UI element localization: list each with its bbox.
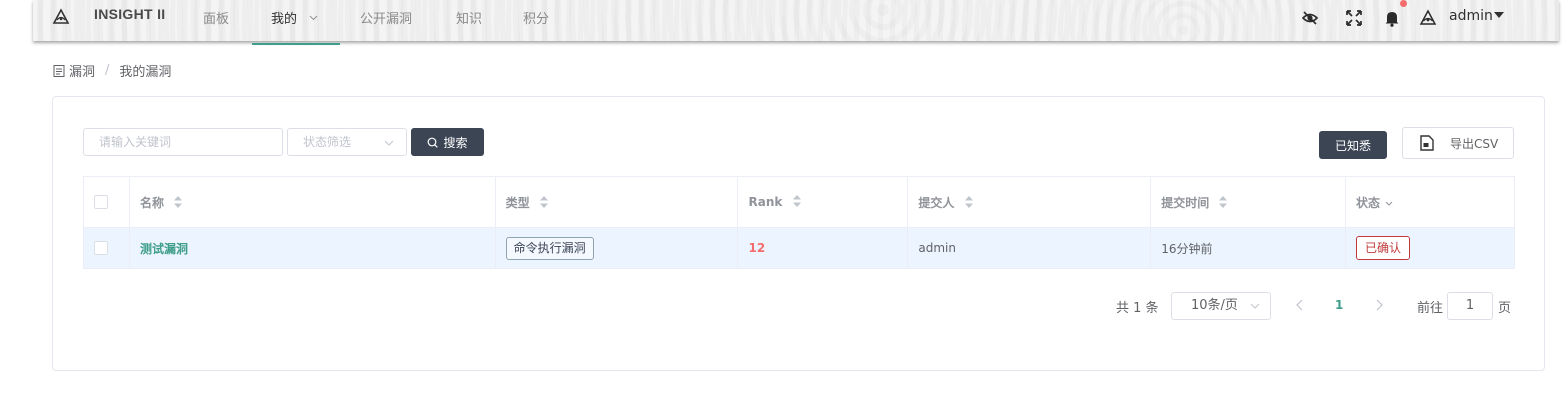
eye-off-icon[interactable]	[1300, 8, 1320, 28]
chevron-down-icon	[309, 15, 318, 21]
notification-badge	[1400, 0, 1407, 7]
column-header-time-label: 提交时间	[1161, 195, 1210, 210]
logo-icon[interactable]	[52, 8, 70, 26]
breadcrumb-root[interactable]: 漏洞	[69, 61, 95, 80]
search-button-label: 搜索	[443, 135, 468, 150]
breadcrumb-current: 我的漏洞	[119, 65, 172, 80]
sort-icon[interactable]	[539, 195, 548, 208]
nav-item-points[interactable]: 积分	[523, 8, 549, 27]
brand-name[interactable]: INSIGHT II	[94, 6, 165, 22]
user-avatar-icon[interactable]	[1418, 8, 1438, 28]
fullscreen-icon[interactable]	[1344, 8, 1364, 28]
row-select-cell	[83, 227, 130, 269]
column-header-name[interactable]: 名称	[128, 176, 496, 228]
caret-down-icon[interactable]	[1494, 12, 1504, 19]
page-size-select[interactable]: 10条/页	[1171, 292, 1271, 320]
status-badge: 已确认	[1356, 236, 1411, 260]
user-name[interactable]: admin	[1449, 8, 1493, 24]
acknowledge-button[interactable]: 已知悉	[1319, 131, 1387, 159]
column-header-submitter[interactable]: 提交人	[907, 176, 1151, 228]
column-header-status-label: 状态	[1356, 195, 1381, 210]
export-csv-button[interactable]: 导出CSV	[1402, 127, 1514, 159]
current-page-number[interactable]: 1	[1335, 298, 1343, 312]
pagination-total: 共 1 条	[1116, 301, 1159, 316]
goto-label: 前往	[1417, 301, 1444, 316]
chevron-down-icon	[1250, 303, 1260, 309]
vuln-name-link[interactable]: 测试漏洞	[140, 242, 188, 256]
column-header-type-label: 类型	[505, 195, 530, 210]
file-export-icon	[1420, 135, 1434, 151]
active-nav-indicator	[252, 43, 340, 45]
bell-icon[interactable]	[1382, 8, 1402, 28]
prev-page-icon[interactable]	[1296, 299, 1304, 311]
page-size-value: 10条/页	[1191, 298, 1238, 313]
nav-item-dashboard[interactable]: 面板	[203, 8, 229, 27]
vuln-type-tag: 命令执行漏洞	[505, 236, 594, 260]
keyword-search-input[interactable]: 请输入关键词	[83, 128, 283, 156]
rank-value: 12	[748, 241, 766, 255]
nav-item-mine[interactable]: 我的	[271, 8, 318, 27]
next-page-icon[interactable]	[1375, 299, 1383, 311]
vuln-name-cell: 测试漏洞	[128, 227, 496, 269]
search-icon	[428, 137, 439, 148]
breadcrumb-separator: /	[105, 63, 110, 78]
goto-page-input[interactable]: 1	[1447, 292, 1493, 320]
top-navbar: INSIGHT II 面板 我的 公开漏洞 知识 积分 admin	[33, 0, 1559, 45]
column-header-rank[interactable]: Rank	[737, 176, 908, 228]
sort-icon[interactable]	[1219, 195, 1228, 208]
chevron-down-icon	[384, 140, 394, 146]
search-button[interactable]: 搜索	[411, 128, 484, 156]
rank-cell: 12	[737, 227, 908, 269]
sort-icon[interactable]	[964, 195, 973, 208]
page-suffix-label: 页	[1498, 301, 1512, 316]
vuln-type-cell: 命令执行漏洞	[494, 227, 738, 269]
column-header-name-label: 名称	[139, 195, 164, 210]
document-icon	[53, 64, 65, 77]
row-checkbox[interactable]	[94, 241, 108, 256]
filter-chevron-icon[interactable]	[1385, 201, 1393, 206]
status-filter-select[interactable]: 状态筛选	[287, 128, 407, 156]
table-header-row: 名称 类型 Rank 提交人 提交时间 状态	[83, 176, 1515, 228]
nav-item-mine-label: 我的	[271, 12, 298, 27]
acknowledge-button-label: 已知悉	[1334, 138, 1371, 153]
submit-time-cell: 16分钟前	[1150, 227, 1346, 269]
column-header-rank-label: Rank	[748, 195, 783, 209]
column-header-status[interactable]: 状态	[1345, 176, 1515, 228]
nav-item-knowledge[interactable]: 知识	[456, 8, 482, 27]
column-header-submitter-label: 提交人	[918, 195, 955, 210]
nav-item-public-vulns[interactable]: 公开漏洞	[360, 8, 412, 27]
column-header-type[interactable]: 类型	[494, 176, 738, 228]
table-row[interactable]: 测试漏洞 命令执行漏洞 12 admin 16分钟前 已确认	[83, 227, 1515, 269]
sort-icon[interactable]	[792, 195, 801, 207]
export-csv-label: 导出CSV	[1450, 136, 1499, 151]
status-filter-placeholder: 状态筛选	[303, 135, 352, 149]
status-cell: 已确认	[1345, 227, 1515, 269]
select-all-cell	[83, 176, 130, 228]
sort-icon[interactable]	[174, 195, 183, 208]
select-all-checkbox[interactable]	[94, 195, 108, 210]
submitter-cell: admin	[907, 227, 1151, 269]
breadcrumb: 漏洞 / 我的漏洞	[53, 61, 171, 80]
column-header-time[interactable]: 提交时间	[1150, 176, 1346, 228]
vulnerability-table: 名称 类型 Rank 提交人 提交时间 状态 测试漏洞 命令执行漏洞 12 ad…	[83, 176, 1515, 269]
